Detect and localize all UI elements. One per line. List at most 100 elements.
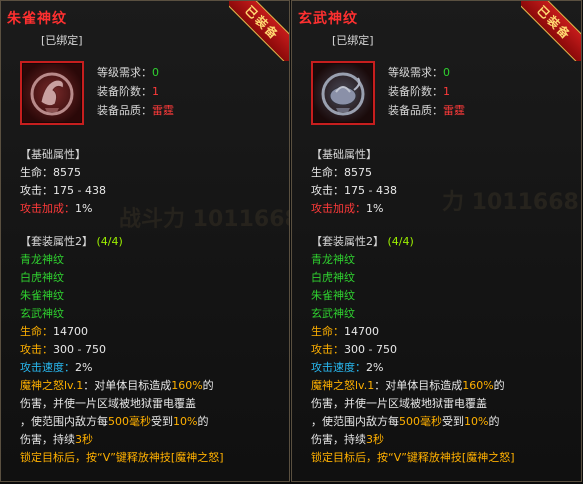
skill-level: lv.1 — [355, 379, 375, 392]
xuanwu-rune-icon — [314, 64, 372, 122]
skill-hint: 锁定目标后，按“V”键释放神技[魔神之怒] — [311, 451, 515, 464]
set-item-xuanwu: 玄武神纹 — [20, 307, 64, 320]
atk-value: 175 - 438 — [53, 184, 106, 197]
set-item-zhuque: 朱雀神纹 — [20, 289, 64, 302]
skill-duration: 3秒 — [75, 433, 93, 446]
set-attributes-title: 【套装属性2】 — [20, 235, 93, 248]
skill-level: lv.1 — [64, 379, 84, 392]
set-count: (4/4) — [96, 235, 123, 248]
item-requirements: 等级需求：0 装备阶数：1 装备品质：雷霆 — [388, 63, 465, 120]
atk-bonus-label: 攻击加成： — [311, 202, 366, 215]
atk-value: 175 - 438 — [344, 184, 397, 197]
item-icon-slot[interactable] — [311, 61, 375, 125]
set-speed-label: 攻击速度： — [20, 361, 75, 374]
tooltip-card-zhuque: 战斗力 1011668 朱雀神纹 [已绑定] 已装备 等级需求：0 装备阶数：1… — [0, 0, 290, 482]
set-item-qinglong: 青龙神纹 — [311, 253, 355, 266]
set-atk-value: 300 - 750 — [53, 343, 106, 356]
skill-line-2: 伤害，并使一片区域被地狱雷电覆盖 — [20, 397, 196, 410]
skill-line-3b: 受到 — [151, 415, 173, 428]
skill-line-3c: 的 — [197, 415, 209, 428]
tier-label: 装备阶数： — [388, 85, 443, 98]
set-hp-value: 14700 — [344, 325, 379, 338]
quality-value: 雷霆 — [443, 104, 465, 117]
equipped-badge: 已装备 — [521, 1, 581, 61]
skill-line-4a: 伤害，持续 — [20, 433, 75, 446]
set-hp-label: 生命： — [20, 325, 53, 338]
atk-bonus-label: 攻击加成： — [20, 202, 75, 215]
item-title: 朱雀神纹 — [7, 11, 67, 27]
bound-status: [已绑定] — [41, 34, 83, 47]
atk-bonus-value: 1% — [75, 202, 93, 215]
tooltip-card-xuanwu: 力 1011668 玄武神纹 [已绑定] 已装备 等级需求：0 装备阶数：1 装… — [291, 0, 582, 482]
bound-status: [已绑定] — [332, 34, 374, 47]
item-icon-slot[interactable] — [20, 61, 84, 125]
skill-line-3a: ，使范围内敌方每 — [311, 415, 399, 428]
base-attributes-title: 【基础属性】 — [20, 148, 86, 161]
combat-power-watermark: 力 1011668 — [442, 190, 579, 215]
skill-line-3b: 受到 — [442, 415, 464, 428]
skill-duration: 3秒 — [366, 433, 384, 446]
tier-value: 1 — [152, 85, 159, 98]
skill-interval: 500毫秒 — [108, 415, 151, 428]
set-speed-value: 2% — [366, 361, 384, 374]
hp-label: 生命： — [311, 166, 344, 179]
equipped-badge-label: 已装备 — [521, 1, 581, 61]
equipped-badge: 已装备 — [229, 1, 289, 61]
set-item-qinglong: 青龙神纹 — [20, 253, 64, 266]
level-req-label: 等级需求： — [97, 66, 152, 79]
set-hp-value: 14700 — [53, 325, 88, 338]
skill-line-4a: 伤害，持续 — [311, 433, 366, 446]
item-requirements: 等级需求：0 装备阶数：1 装备品质：雷霆 — [97, 63, 174, 120]
skill-hint: 锁定目标后，按“V”键释放神技[魔神之怒] — [20, 451, 224, 464]
skill-line-3c: 的 — [488, 415, 500, 428]
skill-name: 魔神之怒 — [311, 379, 355, 392]
level-req-label: 等级需求： — [388, 66, 443, 79]
set-item-zhuque: 朱雀神纹 — [311, 289, 355, 302]
base-attributes: 【基础属性】 生命：8575 攻击：175 - 438 攻击加成：1% — [311, 146, 397, 218]
quality-value: 雷霆 — [152, 104, 174, 117]
tier-value: 1 — [443, 85, 450, 98]
atk-label: 攻击： — [20, 184, 53, 197]
equipped-badge-label: 已装备 — [229, 1, 289, 61]
hp-label: 生命： — [20, 166, 53, 179]
set-count: (4/4) — [387, 235, 414, 248]
skill-line-3a: ，使范围内敌方每 — [20, 415, 108, 428]
skill-interval: 500毫秒 — [399, 415, 442, 428]
level-req-value: 0 — [443, 66, 450, 79]
set-atk-value: 300 - 750 — [344, 343, 397, 356]
skill-text-2: 的 — [202, 379, 214, 392]
set-hp-label: 生命： — [311, 325, 344, 338]
atk-bonus-value: 1% — [366, 202, 384, 215]
skill-tick-pct: 10% — [173, 415, 198, 428]
set-speed-label: 攻击速度： — [311, 361, 366, 374]
skill-line-2: 伤害，并使一片区域被地狱雷电覆盖 — [311, 397, 487, 410]
skill-damage-pct: 160% — [171, 379, 203, 392]
atk-label: 攻击： — [311, 184, 344, 197]
skill-tick-pct: 10% — [464, 415, 489, 428]
skill-text-1: ：对单体目标造成 — [83, 379, 172, 392]
quality-label: 装备品质： — [97, 104, 152, 117]
item-title: 玄武神纹 — [298, 11, 358, 27]
hp-value: 8575 — [53, 166, 81, 179]
skill-text-1: ：对单体目标造成 — [374, 379, 463, 392]
quality-label: 装备品质： — [388, 104, 443, 117]
base-attributes-title: 【基础属性】 — [311, 148, 377, 161]
set-attributes-title: 【套装属性2】 — [311, 235, 384, 248]
skill-name: 魔神之怒 — [20, 379, 64, 392]
set-attributes: 【套装属性2】 (4/4) 青龙神纹 白虎神纹 朱雀神纹 玄武神纹 生命：147… — [311, 233, 515, 467]
set-atk-label: 攻击： — [311, 343, 344, 356]
set-speed-value: 2% — [75, 361, 93, 374]
set-item-baihu: 白虎神纹 — [20, 271, 64, 284]
skill-text-2: 的 — [493, 379, 505, 392]
hp-value: 8575 — [344, 166, 372, 179]
set-item-baihu: 白虎神纹 — [311, 271, 355, 284]
set-atk-label: 攻击： — [20, 343, 53, 356]
level-req-value: 0 — [152, 66, 159, 79]
tier-label: 装备阶数： — [97, 85, 152, 98]
set-item-xuanwu: 玄武神纹 — [311, 307, 355, 320]
base-attributes: 【基础属性】 生命：8575 攻击：175 - 438 攻击加成：1% — [20, 146, 106, 218]
zhuque-rune-icon — [23, 64, 81, 122]
set-attributes: 【套装属性2】 (4/4) 青龙神纹 白虎神纹 朱雀神纹 玄武神纹 生命：147… — [20, 233, 224, 467]
combat-power-watermark: 战斗力 1011668 — [119, 207, 290, 232]
skill-damage-pct: 160% — [462, 379, 494, 392]
